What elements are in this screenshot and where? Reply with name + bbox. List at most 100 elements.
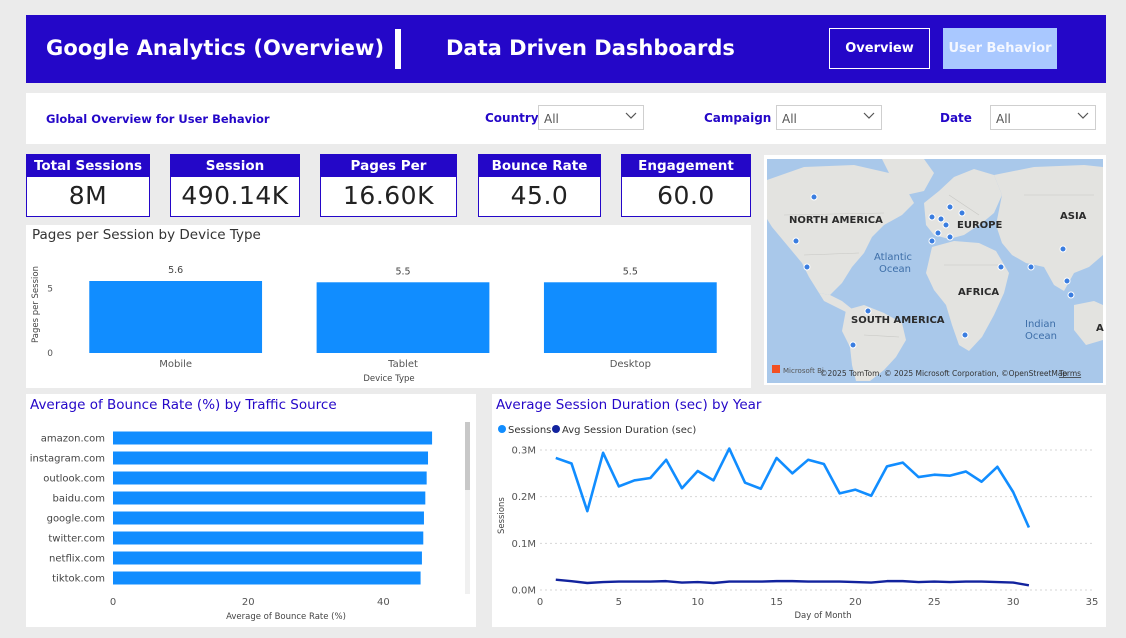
device-bar[interactable] — [89, 281, 263, 353]
bounce-y-tick: google.com — [47, 514, 105, 525]
device-data-label: 5.6 — [168, 265, 183, 276]
map-pin[interactable] — [937, 215, 945, 223]
country-select-value: All — [544, 112, 559, 126]
device-x-tick: Mobile — [159, 359, 192, 370]
bounce-bar[interactable] — [113, 571, 421, 585]
map-pin[interactable] — [810, 193, 818, 201]
header-banner: Google Analytics (Overview) Data Driven … — [26, 15, 1106, 83]
label-edge: A — [1096, 323, 1104, 334]
map-attribution[interactable]: ©2025 TomTom, © 2025 Microsoft Corporati… — [820, 369, 1067, 378]
label-indian-ocean: Ocean — [1025, 331, 1057, 342]
map-pin[interactable] — [1063, 277, 1071, 285]
label-south-america: SOUTH AMERICA — [851, 315, 945, 326]
map-pin[interactable] — [1067, 291, 1075, 299]
bounce-bar[interactable] — [113, 431, 433, 445]
duration-x-tick: 30 — [1007, 597, 1020, 608]
kpi-label: Session Duration — [171, 155, 299, 196]
duration-y-tick: 0.3M — [511, 446, 536, 457]
device-bar-chart: Pages per Session Device Type 0 5 5.6 Mobil… — [31, 265, 717, 384]
kpi-value: 16.60K — [343, 181, 434, 210]
device-data-label: 5.5 — [395, 266, 410, 277]
kpi-value: 60.0 — [657, 181, 715, 210]
map-pin[interactable] — [928, 213, 936, 221]
kpi-label: Pages Per Session — [321, 155, 456, 196]
legend-marker-avg-duration — [552, 425, 560, 433]
map-pin[interactable] — [946, 203, 954, 211]
map-pin[interactable] — [942, 221, 950, 229]
country-select[interactable]: All — [538, 105, 644, 130]
bounce-y-tick: baidu.com — [53, 494, 105, 505]
map-terms-link[interactable]: Terms — [1058, 369, 1081, 378]
bounce-x-tick: 40 — [377, 597, 390, 608]
map-pin[interactable] — [958, 209, 966, 217]
kpi-value: 490.14K — [181, 181, 289, 210]
device-bar[interactable] — [543, 282, 717, 353]
bounce-y-tick: twitter.com — [48, 534, 105, 545]
map-pin[interactable] — [849, 341, 857, 349]
duration-x-axis-title: Day of Month — [794, 611, 851, 621]
map-pin[interactable] — [803, 263, 811, 271]
map-pin[interactable] — [864, 307, 872, 315]
date-label: Date — [940, 111, 972, 125]
map-pin[interactable] — [1059, 245, 1067, 253]
kpi-value: 8M — [68, 181, 108, 210]
bounce-scrollbar-thumb[interactable] — [465, 422, 470, 490]
dashboard-title: Google Analytics (Overview) — [46, 36, 385, 60]
bing-logo-text: Microsoft Bi — [783, 367, 824, 375]
map-pin[interactable] — [961, 331, 969, 339]
bounce-bar[interactable] — [113, 531, 424, 545]
bounce-bar-chart: Average of Bounce Rate (%) amazon.com ins… — [30, 422, 470, 622]
user-behavior-button[interactable]: User Behavior — [943, 28, 1057, 69]
filter-bar: Global Overview for User Behavior Countr… — [26, 93, 1106, 144]
chevron-down-icon — [1077, 112, 1089, 119]
bounce-x-tick: 0 — [110, 597, 116, 608]
label-indian: Indian — [1025, 319, 1056, 330]
map-pin[interactable] — [997, 263, 1005, 271]
overview-button[interactable]: Overview — [829, 28, 930, 69]
chevron-down-icon — [863, 112, 875, 119]
dashboard-subtitle: Data Driven Dashboards — [446, 36, 735, 60]
sessions-line[interactable] — [555, 447, 1031, 528]
bounce-y-tick: instagram.com — [30, 454, 105, 465]
duration-y-axis-title: Sessions — [497, 497, 507, 534]
device-x-axis-title: Device Type — [363, 374, 414, 384]
bounce-bar[interactable] — [113, 551, 422, 565]
kpi-label: Total Sessions — [27, 155, 149, 177]
kpi-label: Engagement Rate — [622, 155, 750, 196]
bounce-bar[interactable] — [113, 471, 427, 485]
map-pin[interactable] — [1027, 263, 1035, 271]
bounce-bar[interactable] — [113, 451, 429, 465]
legend-sessions[interactable]: Sessions — [508, 425, 551, 436]
label-asia: ASIA — [1060, 211, 1087, 222]
duration-x-tick: 15 — [770, 597, 783, 608]
device-x-tick: Tablet — [387, 359, 418, 370]
bounce-bar[interactable] — [113, 511, 424, 525]
label-africa: AFRICA — [958, 287, 999, 298]
kpi-label: Bounce Rate — [479, 155, 600, 177]
chevron-down-icon — [625, 112, 637, 119]
campaign-select[interactable]: All — [776, 105, 882, 130]
bounce-y-tick: amazon.com — [41, 434, 105, 445]
avg-duration-line[interactable] — [555, 578, 1030, 587]
map-pin[interactable] — [946, 233, 954, 241]
world-map-card: NORTH AMERICA EUROPE ASIA AFRICA SOUTH A… — [764, 155, 1106, 385]
duration-x-tick: 35 — [1086, 597, 1099, 608]
filter-heading: Global Overview for User Behavior — [46, 112, 270, 126]
device-x-tick: Desktop — [610, 359, 651, 370]
world-map[interactable]: NORTH AMERICA EUROPE ASIA AFRICA SOUTH A… — [764, 155, 1106, 385]
date-select[interactable]: All — [990, 105, 1096, 130]
legend-avg-duration[interactable]: Avg Session Duration (sec) — [562, 425, 696, 436]
label-atlantic-ocean: Ocean — [879, 264, 911, 275]
bounce-bar[interactable] — [113, 491, 426, 505]
duration-x-tick: 5 — [616, 597, 622, 608]
duration-y-tick: 0.0M — [511, 586, 536, 597]
device-chart-card: Pages per Session by Device Type Pages p… — [26, 225, 751, 388]
map-pin[interactable] — [934, 229, 942, 237]
map-pin[interactable] — [928, 237, 936, 245]
campaign-label: Campaign — [704, 111, 772, 125]
device-data-label: 5.5 — [623, 266, 638, 277]
map-pin[interactable] — [792, 237, 800, 245]
bounce-chart-card: Average of Bounce Rate (%) by Traffic So… — [26, 394, 476, 627]
device-bar[interactable] — [316, 282, 490, 353]
bounce-y-tick: outlook.com — [43, 474, 105, 485]
